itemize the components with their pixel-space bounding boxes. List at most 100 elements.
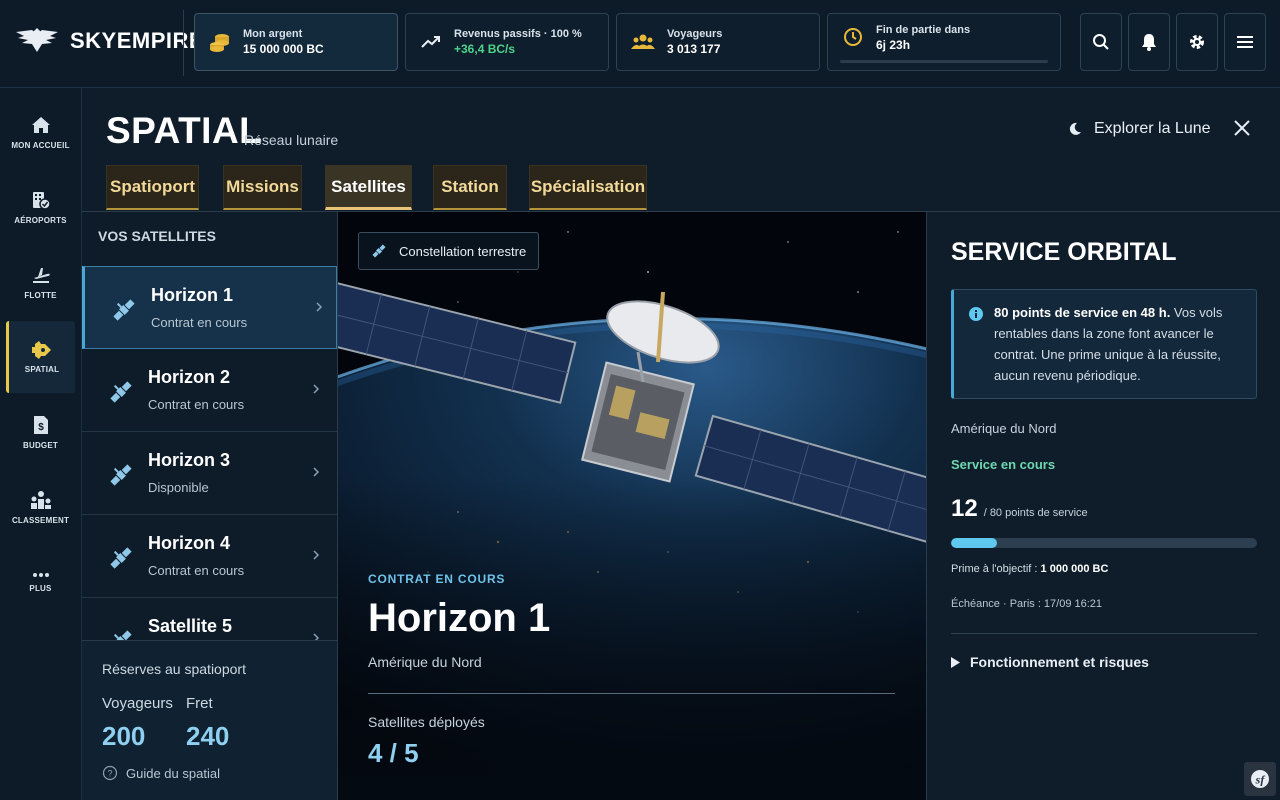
satellite-status: Disponible <box>148 480 209 495</box>
info-text: 80 points de service en 48 h. Vos vols r… <box>994 302 1250 386</box>
satellite-title: Horizon 1 <box>368 596 551 640</box>
nav-item-airports[interactable]: AÉROPORTS <box>6 171 75 243</box>
deployed-label: Satellites déployés <box>368 714 485 730</box>
tab-specialisation[interactable]: Spécialisation <box>529 165 647 210</box>
nav-label: BUDGET <box>23 440 58 450</box>
nav-label: AÉROPORTS <box>14 215 67 225</box>
service-points: 12 / 80 points de service <box>951 495 1088 523</box>
guide-link[interactable]: ? Guide du spatial <box>102 765 220 781</box>
endgame-label: Fin de partie dans <box>876 24 971 36</box>
ranking-icon <box>30 490 51 509</box>
satellite-list-panel: VOS SATELLITES Horizon 1 Contrat en cour… <box>82 212 338 800</box>
satellite-name: Horizon 1 <box>151 285 234 305</box>
help-circle-icon: ? <box>102 765 118 781</box>
menu-button[interactable] <box>1224 13 1266 71</box>
tab-spatioport[interactable]: Spatioport <box>106 165 199 210</box>
nav-label: MON ACCUEIL <box>11 140 70 150</box>
close-icon[interactable] <box>1232 118 1252 138</box>
satellite-name: Horizon 3 <box>148 450 231 470</box>
nav-item-budget[interactable]: $ BUDGET <box>6 396 75 468</box>
chevron-right-icon <box>313 384 320 394</box>
echeance-text: Échéance · Paris : 17/09 16:21 <box>951 598 1103 610</box>
airport-icon <box>32 191 51 210</box>
list-item-horizon-1[interactable]: Horizon 1 Contrat en cours <box>82 266 337 349</box>
svg-text:?: ? <box>107 769 112 779</box>
info-box: 80 points de service en 48 h. Vos vols r… <box>951 289 1257 399</box>
satellite-icon <box>110 381 132 403</box>
left-nav: MON ACCUEIL AÉROPORTS FLOTTE SPATIAL $ B… <box>0 88 82 800</box>
settings-button[interactable] <box>1176 13 1218 71</box>
fret-label: Fret <box>186 695 213 712</box>
satellite-icon <box>110 464 132 486</box>
nav-item-ranking[interactable]: CLASSEMENT <box>6 471 75 543</box>
explore-label: Explorer la Lune <box>1094 120 1211 137</box>
list-item-horizon-4[interactable]: Horizon 4 Contrat en cours <box>82 515 337 598</box>
satellite-earth-illustration <box>338 212 926 800</box>
debug-toolbar-button[interactable]: sf <box>1244 762 1276 796</box>
satellite-region: Amérique du Nord <box>368 654 482 670</box>
satellite-icon <box>110 547 132 569</box>
nav-label: SPATIAL <box>24 364 60 374</box>
tab-station[interactable]: Station <box>433 165 507 210</box>
main-content: SPATIAL Réseau lunaire Explorer la Lune … <box>82 88 1280 800</box>
service-progress-bar <box>951 538 1257 548</box>
revenue-value: +36,4 BC/s <box>454 42 516 56</box>
contract-label: CONTRAT EN COURS <box>368 572 506 586</box>
divider <box>183 10 184 76</box>
money-label: Mon argent <box>243 28 303 40</box>
satellite-name: Satellite 5 <box>148 616 233 636</box>
page-title: SPATIAL <box>106 110 263 151</box>
constellation-badge[interactable]: Constellation terrestre <box>358 232 540 270</box>
guide-label: Guide du spatial <box>126 765 220 781</box>
prime-text: Prime à l'objectif : 1 000 000 BC <box>951 563 1108 575</box>
symfony-logo-icon: sf <box>1251 770 1269 788</box>
chevron-right-icon <box>316 302 323 312</box>
fonctionnement-label: Fonctionnement et risques <box>970 654 1149 670</box>
list-item-horizon-3[interactable]: Horizon 3 Disponible <box>82 432 337 515</box>
travelers-stat[interactable]: Voyageurs 3 013 177 <box>616 13 820 71</box>
voyageurs-value: 200 <box>102 721 146 751</box>
explore-moon-link[interactable]: Explorer la Lune <box>1068 120 1211 138</box>
nav-label: PLUS <box>29 583 52 593</box>
nav-item-more[interactable]: PLUS <box>6 546 75 618</box>
search-button[interactable] <box>1080 13 1122 71</box>
tab-satellites[interactable]: Satellites <box>325 165 412 210</box>
clock-icon <box>844 28 862 46</box>
nav-item-fleet[interactable]: FLOTTE <box>6 246 75 318</box>
satellite-name: Horizon 2 <box>148 367 231 387</box>
service-status: Service en cours <box>951 457 1056 472</box>
fonctionnement-toggle[interactable]: Fonctionnement et risques <box>951 654 1149 670</box>
gear-icon <box>1190 35 1204 49</box>
revenue-stat[interactable]: Revenus passifs · 100 % +36,4 BC/s <box>405 13 609 71</box>
satellite-status: Contrat en cours <box>148 397 245 412</box>
money-stat[interactable]: Mon argent 15 000 000 BC <box>194 13 398 71</box>
home-icon <box>31 116 50 133</box>
travelers-value: 3 013 177 <box>667 42 721 56</box>
search-icon <box>1093 34 1109 50</box>
endgame-stat[interactable]: Fin de partie dans 6j 23h <box>827 13 1061 71</box>
list-item-horizon-2[interactable]: Horizon 2 Contrat en cours <box>82 349 337 432</box>
service-panel: SERVICE ORBITAL 80 points de service en … <box>926 212 1280 800</box>
satellite-list-heading: VOS SATELLITES <box>98 228 216 244</box>
budget-icon: $ <box>33 415 48 434</box>
tab-missions[interactable]: Missions <box>223 165 302 210</box>
nav-item-home[interactable]: MON ACCUEIL <box>6 96 75 168</box>
wings-logo-icon <box>16 28 58 52</box>
notifications-button[interactable] <box>1128 13 1170 71</box>
points-value: 12 <box>951 495 978 522</box>
fret-value: 240 <box>186 721 230 751</box>
service-progress-fill <box>951 538 997 548</box>
revenue-label: Revenus passifs · 100 % <box>454 28 582 40</box>
plane-icon <box>32 267 50 283</box>
chevron-right-icon <box>313 550 320 560</box>
moon-icon <box>1069 122 1081 135</box>
menu-icon <box>1237 36 1253 48</box>
logo[interactable]: SKYEMPIRE <box>14 26 204 56</box>
chevron-right-icon <box>313 467 320 477</box>
coins-icon <box>210 34 229 52</box>
endgame-value: 6j 23h <box>876 38 911 52</box>
list-item-satellite-5[interactable]: Satellite 5 <box>82 598 337 640</box>
deployed-value: 4 / 5 <box>368 738 419 768</box>
nav-item-spatial[interactable]: SPATIAL <box>6 321 75 393</box>
page-subtitle: Réseau lunaire <box>244 132 339 148</box>
